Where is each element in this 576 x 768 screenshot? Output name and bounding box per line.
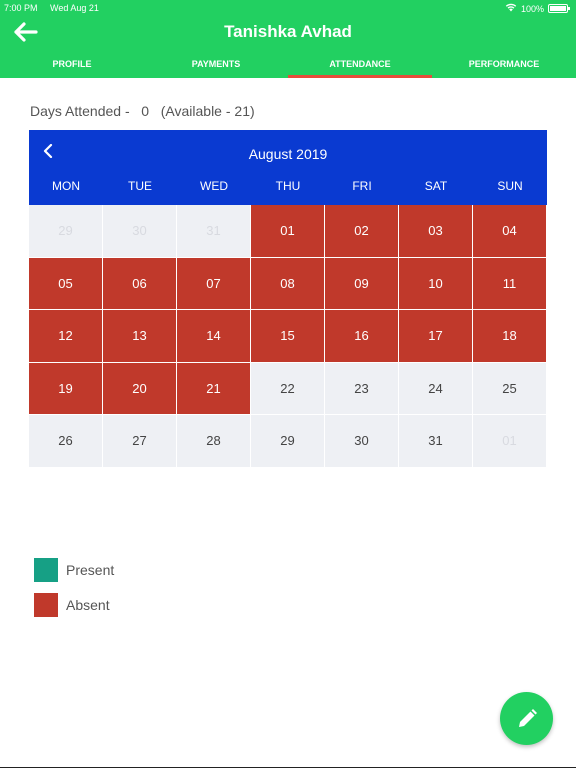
calendar-day-cell[interactable]: 30 [325,415,399,468]
weekday-label: SUN [497,179,523,193]
tab-profile[interactable]: PROFILE [0,54,144,78]
calendar-header: August 2019 MON TUE WED THU FRI SAT SUN [29,130,547,205]
calendar-day-cell[interactable]: 19 [29,362,103,415]
calendar-day-cell[interactable]: 26 [29,415,103,468]
calendar-day-cell[interactable]: 13 [103,310,177,363]
battery-percent: 100% [520,3,544,14]
calendar-day-cell[interactable]: 04 [473,205,547,258]
legend-swatch-absent [34,593,58,617]
calendar-day-cell[interactable]: 11 [473,257,547,310]
calendar-day-cell[interactable]: 03 [399,205,473,258]
calendar-day-cell[interactable]: 29 [251,415,325,468]
calendar-day-cell[interactable]: 23 [325,362,399,415]
calendar-day-cell[interactable]: 06 [103,257,177,310]
weekday-row: MON TUE WED THU FRI SAT SUN [29,179,547,193]
calendar-day-cell[interactable]: 08 [251,257,325,310]
calendar-day-cell[interactable]: 14 [177,310,251,363]
legend-item-present: Present [34,558,114,582]
battery-icon [548,4,570,13]
tab-performance[interactable]: PERFORMANCE [432,54,576,78]
wifi-icon [505,3,517,14]
status-time: 7:00 PM [4,3,38,13]
calendar-day-cell[interactable]: 20 [103,362,177,415]
tab-payments[interactable]: PAYMENTS [144,54,288,78]
calendar-day-cell[interactable]: 30 [103,205,177,258]
calendar-day-grid: 29 30 31 01 02 03 04 05 06 07 08 09 10 11 12 13 14 15 16 17… [29,205,547,468]
calendar-day-cell[interactable]: 22 [251,362,325,415]
weekday-label: WED [200,179,228,193]
calendar-day-cell[interactable]: 01 [251,205,325,258]
legend-item-absent: Absent [34,593,114,617]
calendar-day-cell[interactable]: 12 [29,310,103,363]
pencil-icon [518,708,537,727]
calendar-day-cell[interactable]: 18 [473,310,547,363]
status-bar: 7:00 PM Wed Aug 21 100% [0,0,576,16]
weekday-label: THU [275,179,301,193]
calendar-day-cell[interactable]: 27 [103,415,177,468]
tab-bar: PROFILE PAYMENTS ATTENDANCE PERFORMANCE [0,54,576,78]
calendar-month-label: August 2019 [248,146,328,162]
legend-swatch-present [34,558,58,582]
calendar-day-cell[interactable]: 05 [29,257,103,310]
calendar-day-cell[interactable]: 25 [473,362,547,415]
calendar-day-cell[interactable]: 17 [399,310,473,363]
calendar-day-cell[interactable]: 10 [399,257,473,310]
calendar-day-cell[interactable]: 31 [177,205,251,258]
calendar-day-cell[interactable]: 09 [325,257,399,310]
legend-label-present: Present [66,562,115,578]
tab-attendance[interactable]: ATTENDANCE [288,54,432,78]
weekday-label: MON [52,179,80,193]
calendar-day-cell[interactable]: 02 [325,205,399,258]
calendar-day-cell[interactable]: 16 [325,310,399,363]
app-header: 7:00 PM Wed Aug 21 100% Tanishka Avhad P… [0,0,576,78]
calendar-day-cell[interactable]: 28 [177,415,251,468]
days-attended-summary: Days Attended - 0 (Available - 21) [30,103,255,119]
weekday-label: FRI [352,179,372,193]
calendar-day-cell[interactable]: 15 [251,310,325,363]
calendar-day-cell[interactable]: 24 [399,362,473,415]
legend-label-absent: Absent [66,597,110,613]
calendar-day-cell[interactable]: 29 [29,205,103,258]
calendar-day-cell[interactable]: 21 [177,362,251,415]
edit-fab-button[interactable] [500,692,553,745]
page-title: Tanishka Avhad [224,22,352,41]
weekday-label: SAT [424,179,448,193]
attendance-calendar: August 2019 MON TUE WED THU FRI SAT SUN … [29,130,547,468]
attendance-legend: Present Absent [34,558,114,628]
status-date: Wed Aug 21 [50,3,99,13]
weekday-label: TUE [128,179,152,193]
calendar-day-cell[interactable]: 07 [177,257,251,310]
calendar-day-cell[interactable]: 31 [399,415,473,468]
calendar-day-cell[interactable]: 01 [473,415,547,468]
